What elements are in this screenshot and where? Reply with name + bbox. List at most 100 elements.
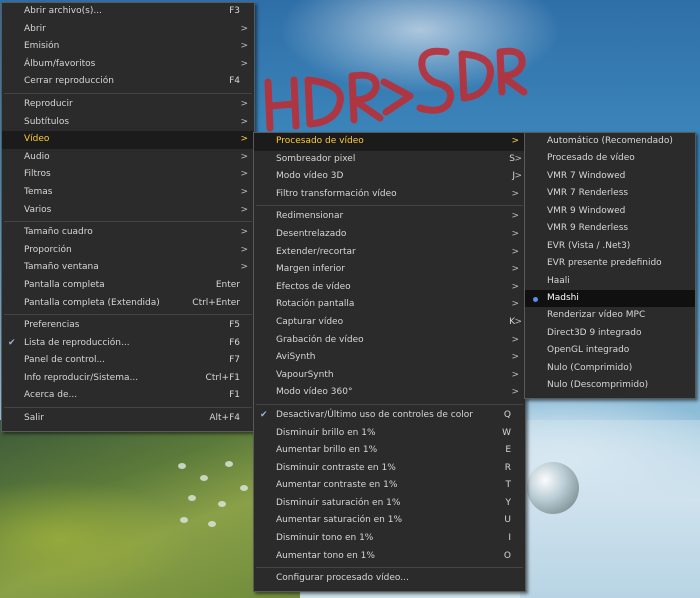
menu-item-label: Emisión: [24, 41, 60, 52]
menu-item-salir[interactable]: Salir Alt+F4: [2, 410, 254, 428]
menu-item-extender-recortar[interactable]: Extender/recortar >: [254, 244, 525, 262]
menu-item-grabacion-de-video[interactable]: Grabación de vídeo >: [254, 332, 525, 350]
menu-item-label: Aumentar tono en 1%: [276, 550, 375, 561]
menu-item-capturar-video[interactable]: Capturar vídeo K >: [254, 314, 525, 332]
menu-item-cerrar-reproduccion[interactable]: Cerrar reproducción F4: [2, 73, 254, 91]
submenu-arrow-icon: >: [511, 334, 519, 345]
menu-item-pantalla-completa[interactable]: Pantalla completa Enter: [2, 277, 254, 295]
submenu-arrow-icon: >: [511, 264, 519, 275]
shortcut-label: Ctrl+F1: [205, 372, 240, 383]
menu-item-label: EVR (Vista / .Net3): [547, 240, 631, 251]
submenu-arrow-icon: >: [240, 227, 248, 238]
menu-item-procesado-de-video[interactable]: Procesado de vídeo: [525, 150, 695, 167]
menu-item-label: VMR 9 Windowed: [547, 205, 626, 216]
menu-item-vmr-7-renderless[interactable]: VMR 7 Renderless: [525, 185, 695, 202]
menu-item-preferencias[interactable]: Preferencias F5: [2, 317, 254, 335]
menu-item-label: Disminuir brillo en 1%: [276, 427, 376, 438]
menu-item-evr-vista-net3[interactable]: EVR (Vista / .Net3): [525, 238, 695, 255]
menu-item-opengl-integrado[interactable]: OpenGL integrado: [525, 342, 695, 359]
menu-item-redimensionar[interactable]: Redimensionar >: [254, 208, 525, 226]
menu-item-lista-de-reproduccion[interactable]: ✔ Lista de reproducción... F6: [2, 335, 254, 353]
menu-item-label: Panel de control...: [24, 355, 106, 366]
menu-item-varios[interactable]: Varios >: [2, 202, 254, 220]
menu-item-aumentar-saturacion-en-1[interactable]: Aumentar saturación en 1% U: [254, 512, 525, 530]
menu-item-label: Desentrelazado: [276, 228, 347, 239]
menu-item-efectos-de-video[interactable]: Efectos de vídeo >: [254, 279, 525, 297]
menu-item-procesado-de-video[interactable]: Procesado de vídeo >: [254, 133, 525, 151]
menu-item-label: Tamaño ventana: [24, 262, 99, 273]
menu-item-acerca-de[interactable]: Acerca de... F1: [2, 387, 254, 405]
menu-item-label: Filtros: [24, 169, 51, 180]
shortcut-label: F5: [229, 320, 240, 331]
menu-item-aumentar-tono-en-1[interactable]: Aumentar tono en 1% O: [254, 548, 525, 566]
menu-item-aumentar-brillo-en-1[interactable]: Aumentar brillo en 1% E: [254, 442, 525, 460]
menu-item-configurar-procesado-video[interactable]: Configurar procesado vídeo...: [254, 570, 525, 588]
menu-item-label: Desactivar/Último uso de controles de co…: [276, 409, 473, 420]
menu-item-subtitulos[interactable]: Subtítulos >: [2, 114, 254, 132]
menu-item-direct3d-9-integrado[interactable]: Direct3D 9 integrado: [525, 325, 695, 342]
menu-item-emision[interactable]: Emisión >: [2, 38, 254, 56]
menu-item-filtro-transformacion-video[interactable]: Filtro transformación vídeo >: [254, 186, 525, 204]
menu-item-video[interactable]: Vídeo >: [2, 131, 254, 149]
submenu-arrow-icon: >: [511, 188, 519, 199]
menu-item-reproducir[interactable]: Reproducir >: [2, 96, 254, 114]
menu-item-label: Pantalla completa (Extendida): [24, 297, 160, 308]
shortcut-label: W: [502, 427, 511, 438]
submenu-arrow-icon: >: [240, 244, 248, 255]
shortcut-label: F1: [229, 390, 240, 401]
menu-item-panel-de-control[interactable]: Panel de control... F7: [2, 352, 254, 370]
menu-item-tamano-ventana[interactable]: Tamaño ventana >: [2, 259, 254, 277]
menu-item-abrir[interactable]: Abrir >: [2, 21, 254, 39]
shortcut-label: F6: [229, 337, 240, 348]
menu-item-modo-video-3d[interactable]: Modo vídeo 3D J >: [254, 168, 525, 186]
menu-item-aumentar-contraste-en-1[interactable]: Aumentar contraste en 1% T: [254, 477, 525, 495]
menu-item-madshi[interactable]: Madshi: [525, 289, 695, 308]
menu-separator: [4, 407, 252, 409]
menu-item-label: Renderizar vídeo MPC: [547, 310, 646, 321]
menu-item-album-favoritos[interactable]: Álbum/favoritos >: [2, 56, 254, 74]
menu-item-info-reproducir-sistema[interactable]: Info reproducir/Sistema... Ctrl+F1: [2, 370, 254, 388]
menu-item-modo-video-360[interactable]: Modo vídeo 360° >: [254, 384, 525, 402]
menu-item-evr-presente-predefinido[interactable]: EVR presente predefinido: [525, 255, 695, 272]
menu-item-label: Nulo (Descomprimido): [547, 380, 649, 391]
menu-separator: [4, 314, 252, 316]
menu-item-label: Automático (Recomendado): [547, 136, 673, 146]
menu-item-disminuir-tono-en-1[interactable]: Disminuir tono en 1% I: [254, 530, 525, 548]
menu-item-label: Preferencias: [24, 320, 80, 331]
menu-item-abrir-archivo-s[interactable]: Abrir archivo(s)... F3: [2, 3, 254, 21]
submenu-arrow-icon: >: [514, 171, 522, 182]
menu-item-label: Proporción: [24, 244, 72, 255]
menu-item-tamano-cuadro[interactable]: Tamaño cuadro >: [2, 224, 254, 242]
menu-item-haali[interactable]: Haali: [525, 273, 695, 290]
menu-item-nulo-comprimido[interactable]: Nulo (Comprimido): [525, 360, 695, 377]
menu-item-rotacion-pantalla[interactable]: Rotación pantalla >: [254, 296, 525, 314]
menu-item-label: Direct3D 9 integrado: [547, 327, 642, 338]
menu-item-desactivar-ultimo-uso-de-controles-de-color[interactable]: ✔ Desactivar/Último uso de controles de c…: [254, 407, 525, 425]
menu-item-proporcion[interactable]: Proporción >: [2, 242, 254, 260]
menu-item-label: Margen inferior: [276, 264, 345, 275]
menu-item-vmr-7-windowed[interactable]: VMR 7 Windowed: [525, 168, 695, 185]
menu-item-sombreador-pixel[interactable]: Sombreador pixel S >: [254, 151, 525, 169]
menu-item-disminuir-contraste-en-1[interactable]: Disminuir contraste en 1% R: [254, 460, 525, 478]
menu-item-label: OpenGL integrado: [547, 345, 630, 356]
menu-item-disminuir-brillo-en-1[interactable]: Disminuir brillo en 1% W: [254, 425, 525, 443]
menu-item-automatico-recomendado[interactable]: Automático (Recomendado): [525, 133, 695, 150]
menu-item-margen-inferior[interactable]: Margen inferior >: [254, 261, 525, 279]
menu-item-vmr-9-renderless[interactable]: VMR 9 Renderless: [525, 220, 695, 237]
menu-item-audio[interactable]: Audio >: [2, 149, 254, 167]
menu-item-vmr-9-windowed[interactable]: VMR 9 Windowed: [525, 203, 695, 220]
menu-item-desentrelazado[interactable]: Desentrelazado >: [254, 226, 525, 244]
shortcut-label: F4: [229, 76, 240, 87]
menu-item-disminuir-saturacion-en-1[interactable]: Disminuir saturación en 1% Y: [254, 495, 525, 513]
menu-item-avisynth[interactable]: AviSynth >: [254, 349, 525, 367]
submenu-arrow-icon: >: [240, 262, 248, 273]
menu-item-vapoursynth[interactable]: VapourSynth >: [254, 367, 525, 385]
menu-item-filtros[interactable]: Filtros >: [2, 166, 254, 184]
shortcut-label: T: [505, 480, 512, 491]
menu-item-renderizar-video-mpc[interactable]: Renderizar vídeo MPC: [525, 307, 695, 324]
menu-item-nulo-descomprimido[interactable]: Nulo (Descomprimido): [525, 377, 695, 394]
menu-separator: [4, 92, 252, 94]
menu-item-pantalla-completa-extendida[interactable]: Pantalla completa (Extendida) Ctrl+Enter: [2, 295, 254, 313]
menu-item-label: Configurar procesado vídeo...: [276, 573, 409, 584]
menu-item-temas[interactable]: Temas >: [2, 184, 254, 202]
